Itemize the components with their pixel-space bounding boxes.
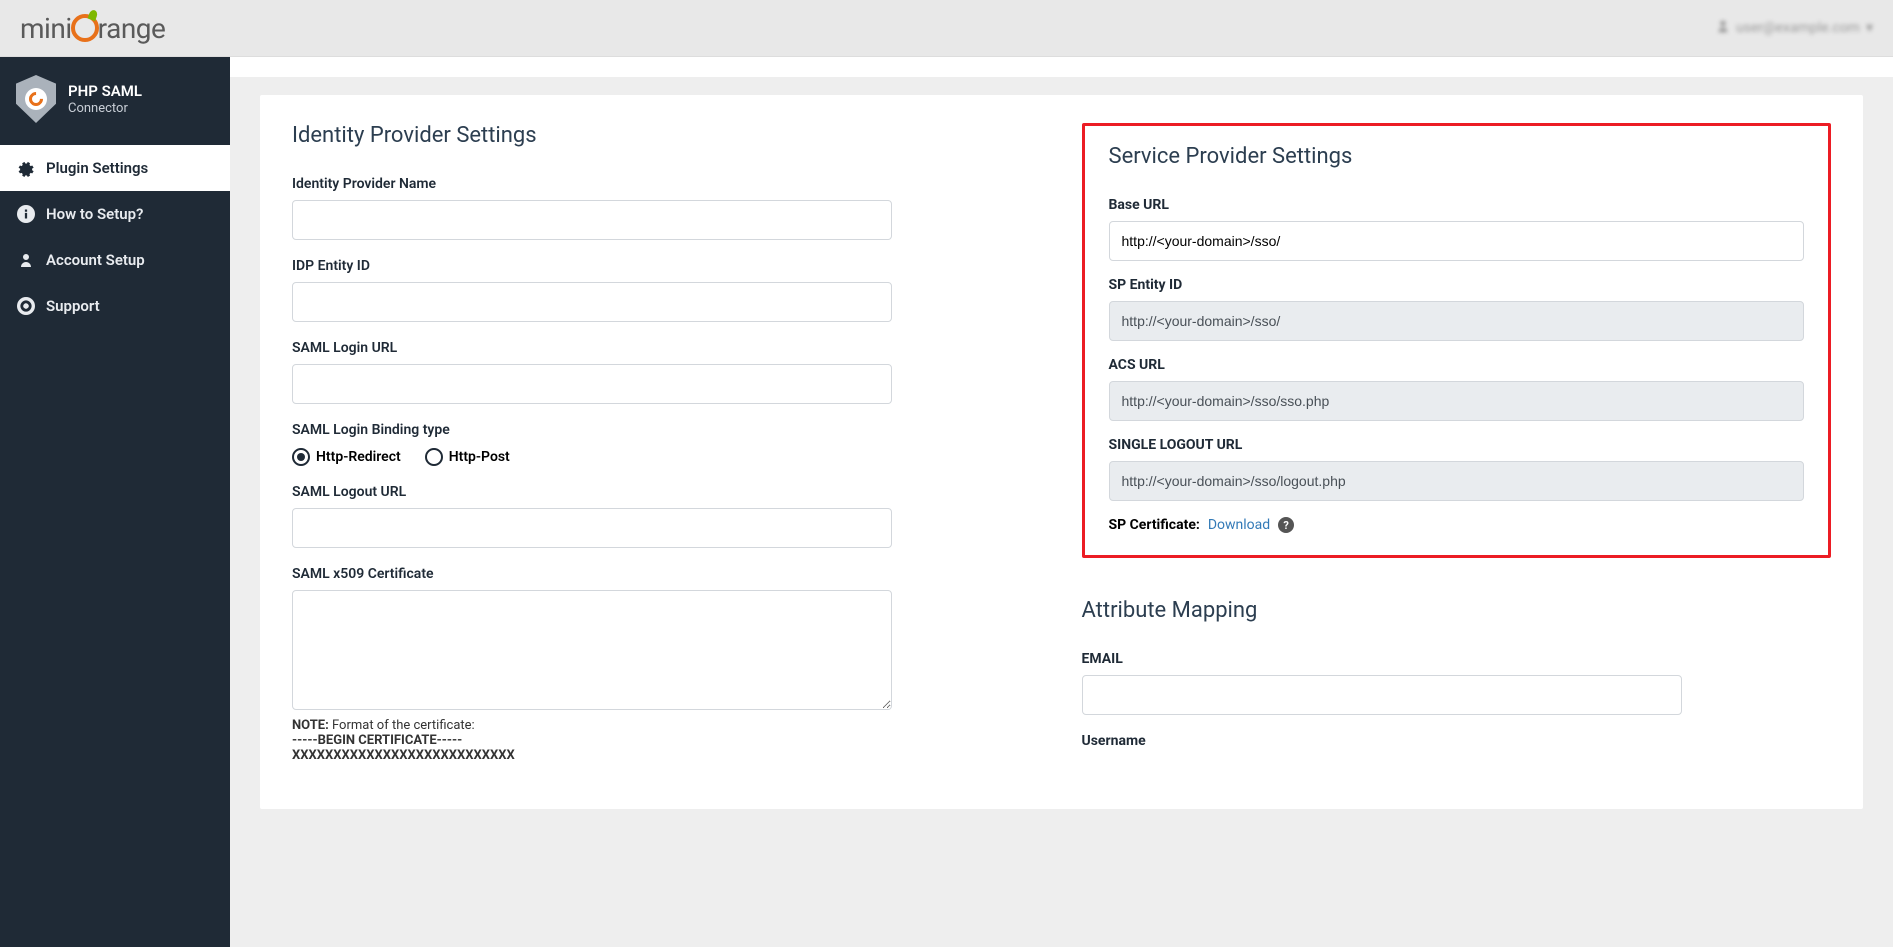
info-icon (16, 205, 36, 223)
base-url-label: Base URL (1109, 197, 1805, 213)
nav-label: Account Setup (46, 251, 145, 269)
life-ring-icon (16, 297, 36, 315)
saml-logout-url-label: SAML Logout URL (292, 484, 892, 500)
nav-label: How to Setup? (46, 205, 143, 223)
logo-suffix: range (98, 12, 166, 45)
base-url-input[interactable] (1109, 221, 1805, 261)
nav-label: Plugin Settings (46, 159, 148, 177)
nav-how-to-setup[interactable]: How to Setup? (0, 191, 230, 237)
shield-icon (16, 75, 56, 123)
help-icon[interactable]: ? (1278, 517, 1294, 533)
gear-icon (16, 159, 36, 177)
email-input[interactable] (1082, 675, 1682, 715)
nav-label: Support (46, 297, 100, 315)
note-text: Format of the certificate: (329, 718, 475, 733)
slo-url-label: SINGLE LOGOUT URL (1109, 437, 1805, 453)
user-icon (16, 252, 36, 268)
radio-http-post[interactable]: Http-Post (425, 448, 510, 466)
idp-title: Identity Provider Settings (292, 123, 1042, 148)
sp-entity-label: SP Entity ID (1109, 277, 1805, 293)
sp-title: Service Provider Settings (1109, 144, 1805, 169)
logo-prefix: mini (20, 12, 72, 45)
radio-label: Http-Post (449, 449, 510, 465)
nav-account-setup[interactable]: Account Setup (0, 237, 230, 283)
radio-http-redirect[interactable]: Http-Redirect (292, 448, 401, 466)
idp-name-label: Identity Provider Name (292, 176, 892, 192)
sidebar-header: PHP SAML Connector (0, 57, 230, 145)
sidebar-title: PHP SAML (68, 82, 142, 102)
sp-cert-label: SP Certificate: (1109, 517, 1200, 533)
radio-label: Http-Redirect (316, 449, 401, 465)
cert-note: NOTE: Format of the certificate: (292, 718, 892, 733)
sp-entity-input[interactable] (1109, 301, 1805, 341)
main-content: Identity Provider Settings Identity Prov… (230, 57, 1893, 947)
attr-title: Attribute Mapping (1082, 598, 1832, 623)
x509-cert-textarea[interactable] (292, 590, 892, 710)
slo-url-input[interactable] (1109, 461, 1805, 501)
idp-entity-input[interactable] (292, 282, 892, 322)
email-label: EMAIL (1082, 651, 1682, 667)
idp-entity-label: IDP Entity ID (292, 258, 892, 274)
sidebar-subtitle: Connector (68, 101, 142, 116)
logo: mini range (20, 12, 165, 45)
radio-unchecked-icon (425, 448, 443, 466)
radio-checked-icon (292, 448, 310, 466)
nav-plugin-settings[interactable]: Plugin Settings (0, 145, 230, 191)
saml-login-url-label: SAML Login URL (292, 340, 892, 356)
saml-logout-url-input[interactable] (292, 508, 892, 548)
binding-type-label: SAML Login Binding type (292, 422, 892, 438)
nav-support[interactable]: Support (0, 283, 230, 329)
acs-url-input[interactable] (1109, 381, 1805, 421)
download-link[interactable]: Download (1208, 517, 1270, 533)
sidebar: PHP SAML Connector Plugin Settings How t… (0, 57, 230, 947)
logo-o-icon (71, 14, 99, 42)
note-label: NOTE: (292, 718, 329, 733)
user-text: user@example.com (1736, 20, 1860, 36)
user-icon (1716, 19, 1730, 37)
cert-sample: XXXXXXXXXXXXXXXXXXXXXXXXXXX (292, 748, 892, 763)
caret-down-icon: ▾ (1866, 20, 1873, 36)
sp-settings-box: Service Provider Settings Base URL SP En… (1082, 123, 1832, 558)
cert-begin: -----BEGIN CERTIFICATE----- (292, 733, 892, 748)
user-menu[interactable]: user@example.com ▾ (1716, 19, 1873, 37)
username-label: Username (1082, 733, 1682, 749)
idp-name-input[interactable] (292, 200, 892, 240)
top-header: mini range user@example.com ▾ (0, 0, 1893, 57)
x509-cert-label: SAML x509 Certificate (292, 566, 892, 582)
acs-url-label: ACS URL (1109, 357, 1805, 373)
saml-login-url-input[interactable] (292, 364, 892, 404)
